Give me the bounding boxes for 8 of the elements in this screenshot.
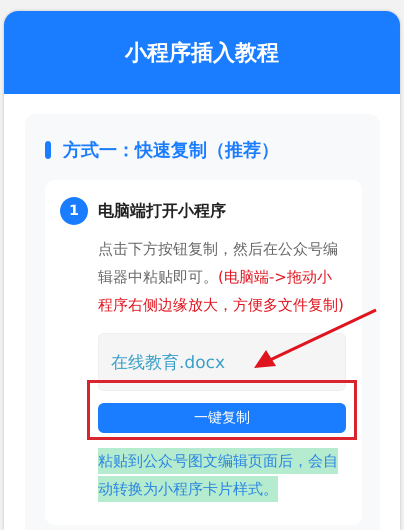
step-number-badge: 1 (60, 197, 88, 225)
dialog-title: 小程序插入教程 (125, 40, 279, 68)
step-description: 点击下方按钮复制，然后在公众号编辑器中粘贴即可。(电脑端->拖动小程序右侧边缘放大，方便多文件复制) (98, 239, 345, 316)
copy-button[interactable]: 一键复制 (98, 403, 346, 433)
step-title: 电脑端打开小程序 (98, 200, 226, 222)
file-name-box: 在线教育.docx (98, 333, 346, 391)
section-title: 方式一：快速复制（推荐） (63, 139, 279, 162)
title-accent-bar (45, 141, 51, 159)
